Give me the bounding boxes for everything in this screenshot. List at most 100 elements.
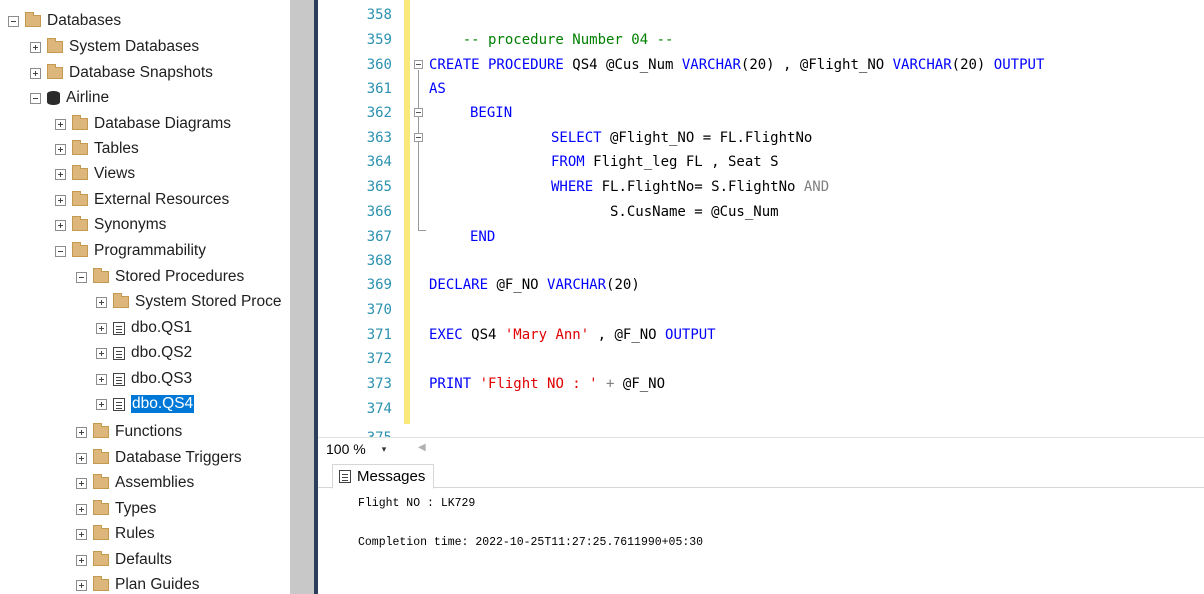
- tree-node-functions[interactable]: Functions: [76, 420, 182, 444]
- line-number: 370: [366, 302, 392, 318]
- tree-label: Database Diagrams: [94, 115, 231, 132]
- expand-icon[interactable]: [55, 143, 66, 155]
- sql-type: VARCHAR: [681, 57, 741, 73]
- tab-label: Messages: [357, 468, 426, 485]
- expand-icon[interactable]: [76, 452, 87, 464]
- tree-node-external-resources[interactable]: External Resources: [55, 188, 229, 212]
- tree-node-rules[interactable]: Rules: [76, 522, 155, 546]
- tree-node-assemblies[interactable]: Assemblies: [76, 471, 194, 495]
- tree-node-synonyms[interactable]: Synonyms: [55, 213, 166, 237]
- sql-expression: FL.FlightNo= S.FlightNo: [593, 179, 804, 195]
- message-completion-time: Completion time: 2022-10-25T11:27:25.761…: [358, 536, 704, 549]
- tree-node-proc-qs1[interactable]: dbo.QS1: [96, 316, 192, 340]
- chevron-down-icon[interactable]: ▾: [382, 444, 387, 455]
- folder-icon: [93, 525, 109, 540]
- collapse-icon[interactable]: [30, 92, 41, 104]
- sql-keyword: SELECT: [551, 130, 602, 146]
- tree-node-proc-qs4[interactable]: dbo.QS4: [96, 392, 195, 416]
- tree-node-database-diagrams[interactable]: Database Diagrams: [55, 112, 231, 136]
- expand-icon[interactable]: [76, 528, 87, 540]
- sql-keyword: AS: [429, 81, 446, 97]
- tree-node-proc-qs2[interactable]: dbo.QS2: [96, 341, 192, 365]
- tree-node-airline[interactable]: Airline: [30, 86, 109, 110]
- expand-icon[interactable]: [55, 219, 66, 231]
- tree-node-plan-guides[interactable]: Plan Guides: [76, 573, 199, 594]
- tree-node-database-triggers[interactable]: Database Triggers: [76, 446, 242, 470]
- expand-icon[interactable]: [76, 477, 87, 489]
- code-line-367: END: [470, 225, 495, 250]
- tree-node-system-stored-procedures[interactable]: System Stored Proce: [96, 290, 281, 314]
- tree-label-selected[interactable]: dbo.QS4: [131, 395, 195, 413]
- expand-icon[interactable]: [76, 579, 87, 591]
- line-number: 374: [366, 401, 392, 417]
- tree-node-database-snapshots[interactable]: Database Snapshots: [30, 61, 213, 85]
- collapse-icon[interactable]: [8, 15, 19, 27]
- sql-variable: @Cus_Num: [606, 57, 682, 73]
- expand-icon[interactable]: [55, 194, 66, 206]
- expand-icon[interactable]: [55, 118, 66, 130]
- sql-operator: +: [597, 376, 623, 392]
- query-editor[interactable]: 358 359 360 361 362 363 364 365 366 367 …: [318, 0, 1204, 437]
- line-number: 358: [366, 7, 392, 23]
- tree-node-programmability[interactable]: Programmability: [55, 239, 206, 263]
- expand-icon[interactable]: [96, 347, 107, 359]
- expand-icon[interactable]: [96, 373, 107, 385]
- expand-icon[interactable]: [76, 426, 87, 438]
- collapse-region-icon[interactable]: [414, 133, 423, 142]
- code-line-360: CREATE PROCEDURE QS4 @Cus_Num VARCHAR(20…: [429, 53, 1044, 78]
- expand-icon[interactable]: [30, 41, 41, 53]
- collapse-region-icon[interactable]: [414, 108, 423, 117]
- sql-keyword: END: [470, 229, 496, 245]
- collapse-region-icon[interactable]: [414, 60, 423, 69]
- collapse-icon[interactable]: [55, 245, 66, 257]
- folder-icon: [72, 165, 88, 180]
- zoom-value: 100 %: [326, 441, 366, 457]
- folder-icon: [93, 449, 109, 464]
- line-number: 372: [366, 351, 392, 367]
- tree-label: Airline: [66, 89, 110, 106]
- code-line-363: SELECT @Flight_NO = FL.FlightNo: [551, 126, 812, 151]
- tree-node-proc-qs3[interactable]: dbo.QS3: [96, 367, 192, 391]
- line-number: 366: [366, 204, 392, 220]
- code-line-365: WHERE FL.FlightNo= S.FlightNo AND: [551, 175, 829, 200]
- stored-procedure-icon: [113, 346, 125, 360]
- expand-icon[interactable]: [76, 554, 87, 566]
- expand-icon[interactable]: [96, 296, 107, 308]
- sql-identifier: QS4: [563, 57, 607, 73]
- sql-keyword: OUTPUT: [665, 327, 716, 343]
- tree-node-system-databases[interactable]: System Databases: [30, 35, 199, 59]
- tree-node-tables[interactable]: Tables: [55, 137, 139, 161]
- sql-keyword: WHERE: [551, 179, 594, 195]
- tree-node-defaults[interactable]: Defaults: [76, 548, 172, 572]
- tree-label: Functions: [115, 423, 183, 440]
- tab-messages[interactable]: Messages: [332, 464, 435, 489]
- pane-splitter[interactable]: [290, 0, 314, 594]
- zoom-dropdown[interactable]: 100 % ▾: [326, 440, 408, 458]
- line-number: 362: [366, 105, 392, 121]
- expand-icon[interactable]: [96, 322, 107, 334]
- tree-label: Assemblies: [115, 474, 195, 491]
- scroll-left-icon[interactable]: ◀: [418, 442, 426, 453]
- tree-node-types[interactable]: Types: [76, 497, 156, 521]
- line-number: 373: [366, 376, 392, 392]
- expand-icon[interactable]: [30, 67, 41, 79]
- messages-icon: [339, 470, 351, 483]
- tree-node-databases[interactable]: Databases: [8, 9, 121, 33]
- line-number: 361: [366, 81, 392, 97]
- tree-label: Database Triggers: [115, 449, 242, 466]
- expand-icon[interactable]: [76, 503, 87, 515]
- code-line-358: -- procedure Number 04 --: [429, 3, 674, 48]
- sql-string: 'Flight NO : ': [471, 376, 598, 392]
- collapse-icon[interactable]: [76, 271, 87, 283]
- stored-procedure-icon: [113, 372, 125, 386]
- folder-icon: [113, 293, 129, 308]
- tree-node-views[interactable]: Views: [55, 162, 135, 186]
- sql-type: VARCHAR: [892, 57, 952, 73]
- line-number: 363: [366, 130, 392, 146]
- sql-expression: Flight_leg FL , Seat S: [584, 154, 779, 170]
- sql-identifier: QS4: [462, 327, 505, 343]
- expand-icon[interactable]: [96, 398, 107, 410]
- tree-node-stored-procedures[interactable]: Stored Procedures: [76, 265, 244, 289]
- expand-icon[interactable]: [55, 168, 66, 180]
- sql-keyword: CREATE PROCEDURE: [429, 57, 564, 73]
